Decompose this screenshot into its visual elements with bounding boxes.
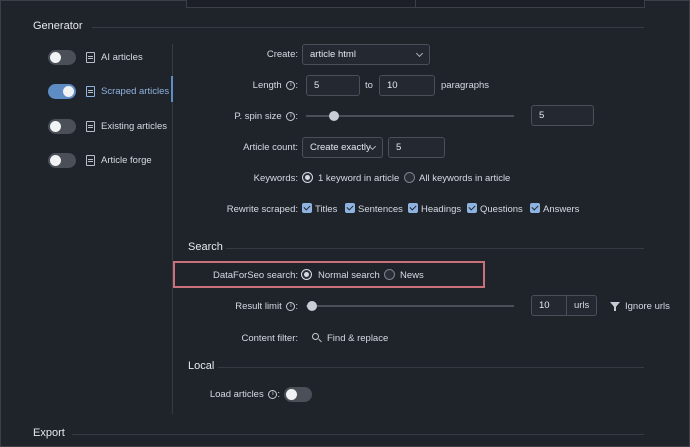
sidebar-item-existing-articles[interactable]: Existing articles — [48, 117, 167, 135]
ai-articles-toggle[interactable] — [48, 49, 76, 65]
rewrite-questions-checkbox[interactable] — [467, 203, 477, 213]
keywords-all-radio[interactable] — [404, 172, 415, 183]
create-label: Create: — [266, 49, 298, 60]
rewrite-sentences-label: Sentences — [358, 204, 403, 215]
normal-search-radio[interactable] — [301, 269, 312, 280]
find-replace-button[interactable]: Find & replace — [327, 333, 388, 344]
top-table-remnant — [186, 0, 645, 8]
sidebar-item-label: Article forge — [101, 154, 152, 166]
length-to-label: to — [365, 80, 373, 91]
window-frame — [0, 0, 690, 447]
count-label: Article count: — [243, 142, 298, 153]
news-label: News — [400, 270, 424, 281]
spin-slider-handle[interactable] — [329, 111, 339, 121]
chevron-down-icon — [415, 49, 424, 58]
count-mode-select[interactable]: Create exactly — [302, 137, 383, 158]
info-icon[interactable]: i — [286, 80, 296, 90]
rewrite-headings-label: Headings — [421, 204, 462, 215]
generator-title: Generator — [33, 20, 83, 32]
export-divider — [72, 434, 644, 435]
length-label: Length i: — [252, 80, 298, 91]
sidebar-item-label: AI articles — [101, 51, 143, 63]
article-forge-toggle[interactable] — [48, 152, 76, 168]
create-select[interactable]: article html — [302, 44, 430, 65]
document-icon — [86, 51, 95, 63]
sidebar-item-article-forge[interactable]: Article forge — [48, 151, 152, 169]
generator-divider — [92, 27, 644, 28]
info-icon[interactable]: i — [286, 111, 296, 121]
urls-addon: urls — [567, 295, 598, 316]
export-title: Export — [33, 427, 65, 439]
sidebar-item-label: Existing articles — [101, 120, 167, 132]
keywords-label: Keywords: — [253, 173, 298, 184]
spin-label: P. spin size i: — [234, 111, 298, 122]
length-unit: paragraphs — [441, 80, 490, 91]
local-title: Local — [188, 360, 215, 372]
search-divider — [226, 248, 644, 249]
rewrite-titles-label: Titles — [315, 204, 338, 215]
ignore-urls-button[interactable]: Ignore urls — [625, 301, 670, 312]
sidebar-item-ai-articles[interactable]: AI articles — [48, 48, 143, 66]
count-value-input[interactable]: 5 — [388, 137, 445, 158]
normal-search-label: Normal search — [318, 270, 380, 281]
limit-slider-handle[interactable] — [307, 301, 317, 311]
search-title: Search — [188, 241, 223, 253]
local-divider — [218, 367, 644, 368]
spin-value-input[interactable]: 5 — [531, 105, 594, 126]
rewrite-sentences-checkbox[interactable] — [345, 203, 355, 213]
rewrite-questions-label: Questions — [480, 204, 523, 215]
limit-slider-track[interactable] — [306, 305, 514, 307]
rewrite-answers-label: Answers — [543, 204, 580, 215]
rewrite-answers-checkbox[interactable] — [530, 203, 540, 213]
sidebar-item-label: Scraped articles — [101, 85, 170, 97]
document-icon — [86, 120, 95, 132]
active-indicator — [171, 76, 173, 102]
limit-label: Result limit i: — [235, 301, 298, 312]
scraped-articles-toggle[interactable] — [48, 83, 76, 99]
length-min-input[interactable]: 5 — [306, 75, 360, 96]
copy-icon — [86, 85, 95, 97]
rewrite-headings-checkbox[interactable] — [408, 203, 418, 213]
load-articles-label: Load articles i: — [209, 389, 280, 400]
keywords-all-label: All keywords in article — [419, 173, 511, 184]
filter-icon-stem — [614, 307, 616, 311]
dataforseo-label: DataForSeo search: — [212, 270, 298, 281]
limit-value-input[interactable]: 10 — [531, 295, 567, 316]
keywords-one-label: 1 keyword in article — [318, 173, 400, 184]
content-filter-label: Content filter: — [241, 333, 299, 344]
news-radio[interactable] — [384, 269, 395, 280]
rewrite-titles-checkbox[interactable] — [302, 203, 312, 213]
create-value: article html — [310, 49, 356, 60]
info-icon[interactable]: i — [268, 389, 278, 399]
document-icon — [86, 154, 95, 166]
sidebar-item-scraped-articles[interactable]: Scraped articles — [48, 82, 169, 100]
load-articles-toggle[interactable] — [284, 387, 312, 402]
rewrite-label: Rewrite scraped: — [226, 204, 298, 215]
search-icon — [312, 333, 319, 340]
length-max-input[interactable]: 10 — [379, 75, 435, 96]
existing-articles-toggle[interactable] — [48, 118, 76, 134]
info-icon[interactable]: i — [286, 301, 296, 311]
keywords-one-radio[interactable] — [302, 172, 313, 183]
